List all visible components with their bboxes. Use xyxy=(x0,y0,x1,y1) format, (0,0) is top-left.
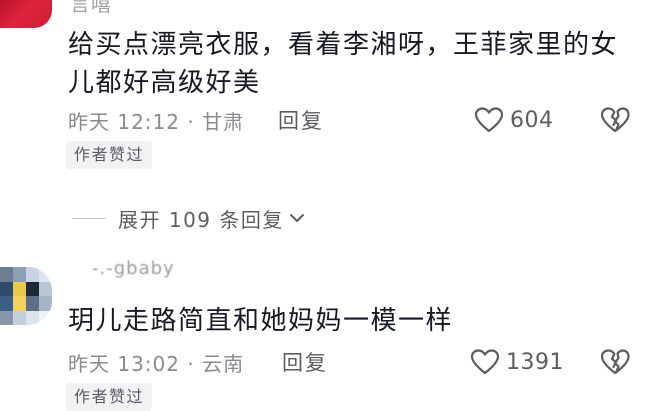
reply-button[interactable]: 回复 xyxy=(278,105,324,135)
avatar[interactable] xyxy=(0,0,52,28)
comment-time-location: 昨天 13:02 · 云南 xyxy=(68,352,245,376)
comment-meta-row: 昨天 13:02 · 云南 回复 1391 xyxy=(68,345,660,379)
broken-heart-icon[interactable] xyxy=(600,105,630,135)
comment-text: 给买点漂亮衣服，看着李湘呀，王菲家里的女儿都好高级好美 xyxy=(68,30,619,98)
avatar-image xyxy=(0,0,52,28)
author-liked-badge: 作者赞过 xyxy=(66,141,153,169)
avatar-image xyxy=(0,267,52,325)
broken-heart-icon[interactable] xyxy=(600,347,630,377)
like-button[interactable]: 604 xyxy=(474,103,554,137)
comment-username[interactable]: 言嘻 xyxy=(70,0,112,17)
author-liked-badge: 作者赞过 xyxy=(66,383,153,411)
chevron-down-icon xyxy=(289,214,304,222)
comment-item: 言嘻 给买点漂亮衣服，看着李湘呀，王菲家里的女儿都好高级好美 昨天 12:12 … xyxy=(0,0,660,175)
comment-time-location: 昨天 12:12 · 甘肃 xyxy=(68,110,245,134)
expand-replies-button[interactable]: 展开 109 条回复 xyxy=(72,202,306,234)
reply-button[interactable]: 回复 xyxy=(282,347,328,377)
like-button[interactable]: 1391 xyxy=(470,345,564,379)
heart-outline-icon xyxy=(474,107,504,133)
expand-replies-label: 展开 109 条回复 xyxy=(118,207,284,232)
comment-username[interactable]: -.-gbaby xyxy=(92,258,175,279)
comment-text: 玥儿走路简直和她妈妈一模一样 xyxy=(68,306,454,336)
heart-outline-icon xyxy=(470,349,500,375)
like-count: 604 xyxy=(510,107,554,133)
avatar[interactable] xyxy=(0,267,52,325)
comment-meta-row: 昨天 12:12 · 甘肃 回复 604 xyxy=(68,103,660,137)
like-count: 1391 xyxy=(506,349,564,375)
divider-line xyxy=(72,217,106,219)
